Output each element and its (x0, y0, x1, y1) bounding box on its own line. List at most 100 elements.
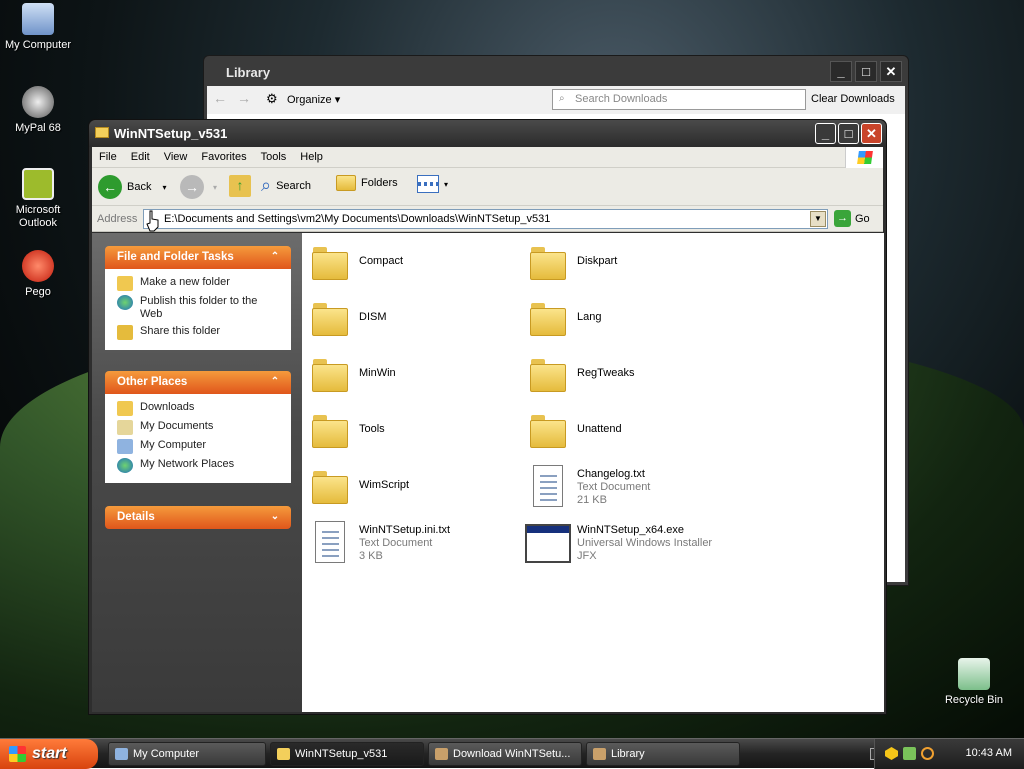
desktop-icon-label: Microsoft Outlook (15, 204, 61, 229)
menu-bar: File Edit View Favorites Tools Help (92, 147, 883, 168)
computer-icon (115, 748, 128, 760)
desktop-icon-recycle-bin[interactable]: Recycle Bin (936, 658, 1012, 707)
folder-icon (277, 748, 290, 760)
folder-item[interactable]: Unattend (529, 409, 734, 459)
folder-item[interactable]: WimScript (311, 465, 516, 515)
item-name: WimScript (359, 479, 410, 491)
address-input[interactable]: E:\Documents and Settings\vm2\My Documen… (143, 209, 828, 229)
start-button[interactable]: start (0, 739, 98, 769)
menu-tools[interactable]: Tools (254, 151, 294, 163)
menu-file[interactable]: File (92, 151, 124, 163)
taskbar-button-download[interactable]: Download WinNTSetu... (428, 742, 582, 766)
address-value: E:\Documents and Settings\vm2\My Documen… (164, 213, 551, 225)
taskbar-label: Library (611, 748, 645, 760)
place-label: Downloads (140, 401, 195, 413)
item-type: Text Document (577, 481, 651, 493)
folders-button[interactable]: Folders (336, 175, 398, 191)
folder-icon (529, 299, 567, 337)
up-folder-button[interactable]: ↑ (229, 175, 251, 197)
search-icon: ⌕ (559, 93, 565, 104)
panel-header[interactable]: Details ⌄ (105, 506, 291, 529)
task-publish-web[interactable]: Publish this folder to the Web (117, 295, 291, 321)
chevron-down-icon: ▾ (444, 179, 449, 189)
place-my-documents[interactable]: My Documents (117, 420, 291, 435)
search-downloads-input[interactable]: ⌕ Search Downloads (552, 89, 806, 110)
place-label: My Documents (140, 420, 214, 432)
desktop-icon-label: Recycle Bin (944, 694, 1004, 706)
network-icon[interactable] (903, 747, 916, 760)
taskbar-button-winntsetup[interactable]: WinNTSetup_v531 (270, 742, 424, 766)
desktop-icon-my-computer[interactable]: My Computer (0, 3, 76, 52)
item-name: Tools (359, 423, 385, 435)
minimize-button[interactable]: _ (815, 123, 836, 144)
views-button[interactable]: ▾ (417, 175, 448, 193)
start-label: start (32, 745, 67, 762)
taskbar-label: My Computer (133, 748, 200, 760)
clock[interactable]: 10:43 AM (966, 747, 1012, 759)
desktop-icon-outlook[interactable]: Microsoft Outlook (0, 168, 76, 230)
up-folder-icon: ↑ (229, 175, 251, 197)
folder-icon (311, 355, 349, 393)
desktop-icon-pego[interactable]: Pego (0, 250, 76, 299)
file-item[interactable]: Changelog.txt Text Document 21 KB (529, 465, 734, 515)
menu-view[interactable]: View (157, 151, 195, 163)
folder-item[interactable]: RegTweaks (529, 353, 734, 403)
maximize-button[interactable]: □ (855, 61, 877, 82)
folder-item[interactable]: DISM (311, 297, 516, 347)
folder-item[interactable]: Compact (311, 241, 516, 291)
taskbar-label: Download WinNTSetu... (453, 748, 571, 760)
menu-edit[interactable]: Edit (124, 151, 157, 163)
place-network[interactable]: My Network Places (117, 458, 291, 473)
file-item[interactable]: WinNTSetup.ini.txt Text Document 3 KB (311, 521, 516, 571)
search-button[interactable]: ⌕ Search (261, 175, 311, 196)
desktop-icon-mypal[interactable]: MyPal 68 (0, 86, 76, 135)
folder-icon (117, 401, 133, 416)
desktop-icon-label: MyPal 68 (15, 122, 61, 134)
menu-favorites[interactable]: Favorites (194, 151, 253, 163)
panel-header[interactable]: Other Places ⌃ (105, 371, 291, 394)
task-make-folder[interactable]: Make a new folder (117, 276, 291, 291)
new-folder-icon (117, 276, 133, 291)
forward-button[interactable]: → ▾ (180, 175, 217, 199)
place-my-computer[interactable]: My Computer (117, 439, 291, 454)
library-icon (593, 748, 606, 760)
taskbar-button-library[interactable]: Library (586, 742, 740, 766)
organize-button[interactable]: Organize ▾ (287, 93, 340, 106)
folder-item[interactable]: MinWin (311, 353, 516, 403)
windows-logo-icon (845, 147, 883, 168)
panel-header[interactable]: File and Folder Tasks ⌃ (105, 246, 291, 269)
search-icon[interactable] (921, 747, 934, 760)
folder-item[interactable]: Lang (529, 297, 734, 347)
shield-icon[interactable] (885, 747, 898, 760)
item-name: Diskpart (577, 255, 618, 267)
back-button[interactable]: ← Back ▾ (98, 175, 166, 199)
go-button[interactable]: → Go (834, 210, 870, 227)
go-arrow-icon: → (834, 210, 851, 227)
place-downloads[interactable]: Downloads (117, 401, 291, 416)
file-item[interactable]: WinNTSetup_x64.exe Universal Windows Ins… (525, 521, 730, 571)
task-share-folder[interactable]: Share this folder (117, 325, 291, 340)
item-name: DISM (359, 311, 387, 323)
menu-help[interactable]: Help (293, 151, 330, 163)
collapse-chevron-icon[interactable]: ⌃ (267, 249, 283, 265)
collapse-chevron-icon[interactable]: ⌃ (267, 374, 283, 390)
chevron-down-icon[interactable]: ▾ (162, 183, 166, 192)
close-button[interactable]: ✕ (861, 123, 882, 144)
taskbar-button-my-computer[interactable]: My Computer (108, 742, 266, 766)
text-document-icon (315, 521, 345, 563)
maximize-button[interactable]: □ (838, 123, 859, 144)
close-button[interactable]: ✕ (880, 61, 902, 82)
clear-downloads-button[interactable]: Clear Downloads (811, 93, 895, 105)
forward-arrow-icon[interactable]: → (237, 90, 251, 106)
minimize-button[interactable]: _ (830, 61, 852, 82)
folder-icon (311, 467, 349, 505)
folder-item[interactable]: Tools (311, 409, 516, 459)
expand-chevron-icon[interactable]: ⌄ (267, 509, 283, 525)
item-name: WinNTSetup.ini.txt (359, 524, 451, 536)
panel-title: Other Places (117, 376, 188, 388)
chevron-down-icon[interactable]: ▼ (810, 211, 826, 227)
folder-item[interactable]: Diskpart (529, 241, 734, 291)
back-arrow-icon[interactable]: ← (213, 90, 227, 106)
search-icon: ⌕ (261, 175, 272, 195)
folder-icon (529, 355, 567, 393)
